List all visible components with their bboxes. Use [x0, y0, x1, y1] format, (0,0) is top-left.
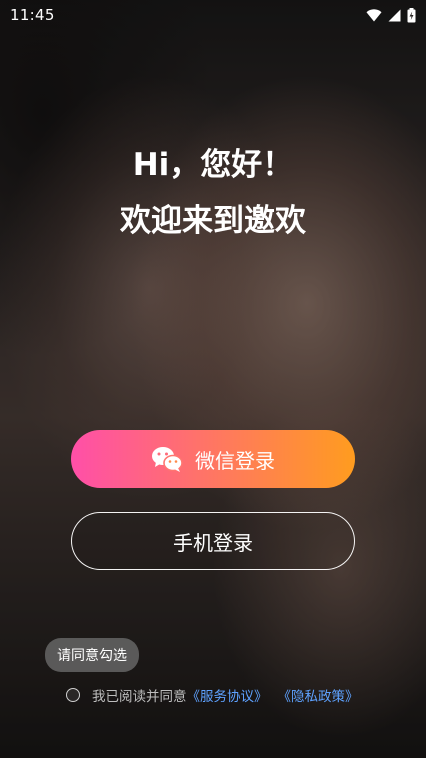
wechat-icon — [152, 447, 183, 472]
privacy-policy-link[interactable]: 《隐私政策》 — [278, 685, 359, 705]
welcome-subtitle: 欢迎来到邀欢 — [120, 203, 306, 239]
signal-icon — [388, 9, 401, 21]
agreement-row: 我已阅读并同意 《服务协议》 《隐私政策》 — [66, 685, 359, 705]
welcome-title: Hi，您好！ 欢迎来到邀欢 — [0, 143, 426, 243]
greeting-text: Hi，您好！ — [132, 147, 294, 183]
agree-checkbox[interactable] — [66, 688, 80, 702]
agreement-text: 我已阅读并同意 — [92, 689, 187, 705]
status-icons — [366, 7, 416, 23]
phone-login-button[interactable]: 手机登录 — [71, 512, 355, 570]
wifi-icon — [366, 8, 382, 21]
agree-tooltip: 请同意勾选 — [45, 638, 139, 672]
status-bar: 11:45 — [0, 0, 426, 30]
service-agreement-link[interactable]: 《服务协议》 — [187, 685, 268, 705]
wechat-login-button[interactable]: 微信登录 — [71, 430, 355, 488]
status-time: 11:45 — [10, 6, 55, 24]
phone-login-label: 手机登录 — [173, 530, 253, 555]
battery-charging-icon — [407, 7, 416, 22]
wechat-login-label: 微信登录 — [195, 448, 275, 473]
